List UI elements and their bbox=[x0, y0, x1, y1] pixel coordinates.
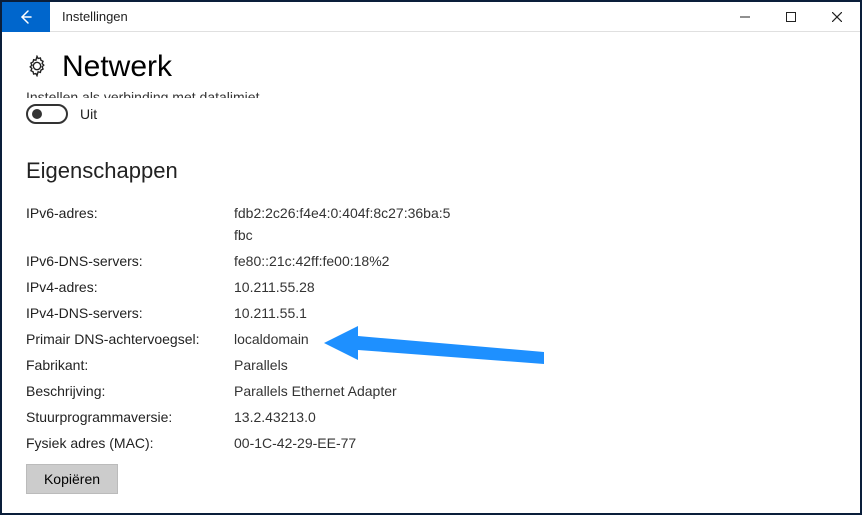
titlebar: Instellingen bbox=[2, 2, 860, 32]
property-row: IPv6-DNS-servers:fe80::21c:42ff:fe00:18%… bbox=[26, 250, 836, 272]
metered-label-container: Instellen als verbinding met datalimiet bbox=[26, 88, 836, 98]
page-header: Netwerk bbox=[26, 50, 836, 84]
properties-list: IPv6-adres:fdb2:2c26:f4e4:0:404f:8c27:36… bbox=[26, 202, 836, 454]
property-label: Primair DNS-achtervoegsel: bbox=[26, 328, 234, 350]
property-value: fe80::21c:42ff:fe00:18%2 bbox=[234, 250, 389, 272]
property-label: IPv6-DNS-servers: bbox=[26, 250, 234, 272]
property-row: IPv4-DNS-servers:10.211.55.1 bbox=[26, 302, 836, 324]
property-label: IPv4-adres: bbox=[26, 276, 234, 298]
metered-toggle-row: Uit bbox=[26, 104, 836, 124]
close-icon bbox=[832, 12, 842, 22]
property-row: Primair DNS-achtervoegsel:localdomain bbox=[26, 328, 836, 350]
property-row: Stuurprogrammaversie:13.2.43213.0 bbox=[26, 406, 836, 428]
page-title: Netwerk bbox=[62, 50, 172, 84]
close-button[interactable] bbox=[814, 2, 860, 32]
property-value: fdb2:2c26:f4e4:0:404f:8c27:36ba:5fbc bbox=[234, 202, 454, 246]
property-label: IPv4-DNS-servers: bbox=[26, 302, 234, 324]
toggle-thumb bbox=[32, 109, 42, 119]
property-label: Beschrijving: bbox=[26, 380, 234, 402]
content: Netwerk Instellen als verbinding met dat… bbox=[2, 32, 860, 513]
minimize-icon bbox=[740, 12, 750, 22]
property-row: IPv4-adres:10.211.55.28 bbox=[26, 276, 836, 298]
gear-icon bbox=[26, 55, 48, 80]
section-title: Eigenschappen bbox=[26, 158, 836, 184]
maximize-icon bbox=[786, 12, 796, 22]
metered-state-label: Uit bbox=[80, 106, 97, 122]
property-value: 13.2.43213.0 bbox=[234, 406, 316, 428]
property-value: localdomain bbox=[234, 328, 309, 350]
property-value: 10.211.55.28 bbox=[234, 276, 315, 298]
property-label: IPv6-adres: bbox=[26, 202, 234, 246]
property-value: 10.211.55.1 bbox=[234, 302, 307, 324]
property-row: Fabrikant:Parallels bbox=[26, 354, 836, 376]
property-value: 00-1C-42-29-EE-77 bbox=[234, 432, 356, 454]
property-label: Fysiek adres (MAC): bbox=[26, 432, 234, 454]
back-arrow-icon bbox=[18, 9, 34, 25]
property-row: IPv6-adres:fdb2:2c26:f4e4:0:404f:8c27:36… bbox=[26, 202, 836, 246]
copy-button[interactable]: Kopiëren bbox=[26, 464, 118, 494]
copy-button-label: Kopiëren bbox=[44, 471, 100, 487]
property-label: Stuurprogrammaversie: bbox=[26, 406, 234, 428]
property-label: Fabrikant: bbox=[26, 354, 234, 376]
metered-label: Instellen als verbinding met datalimiet bbox=[26, 89, 259, 98]
window-controls bbox=[722, 2, 860, 31]
window-title: Instellingen bbox=[62, 9, 128, 24]
maximize-button[interactable] bbox=[768, 2, 814, 32]
property-row: Beschrijving:Parallels Ethernet Adapter bbox=[26, 380, 836, 402]
metered-toggle[interactable] bbox=[26, 104, 68, 124]
property-value: Parallels Ethernet Adapter bbox=[234, 380, 397, 402]
minimize-button[interactable] bbox=[722, 2, 768, 32]
back-button[interactable] bbox=[2, 2, 50, 32]
property-value: Parallels bbox=[234, 354, 288, 376]
property-row: Fysiek adres (MAC):00-1C-42-29-EE-77 bbox=[26, 432, 836, 454]
